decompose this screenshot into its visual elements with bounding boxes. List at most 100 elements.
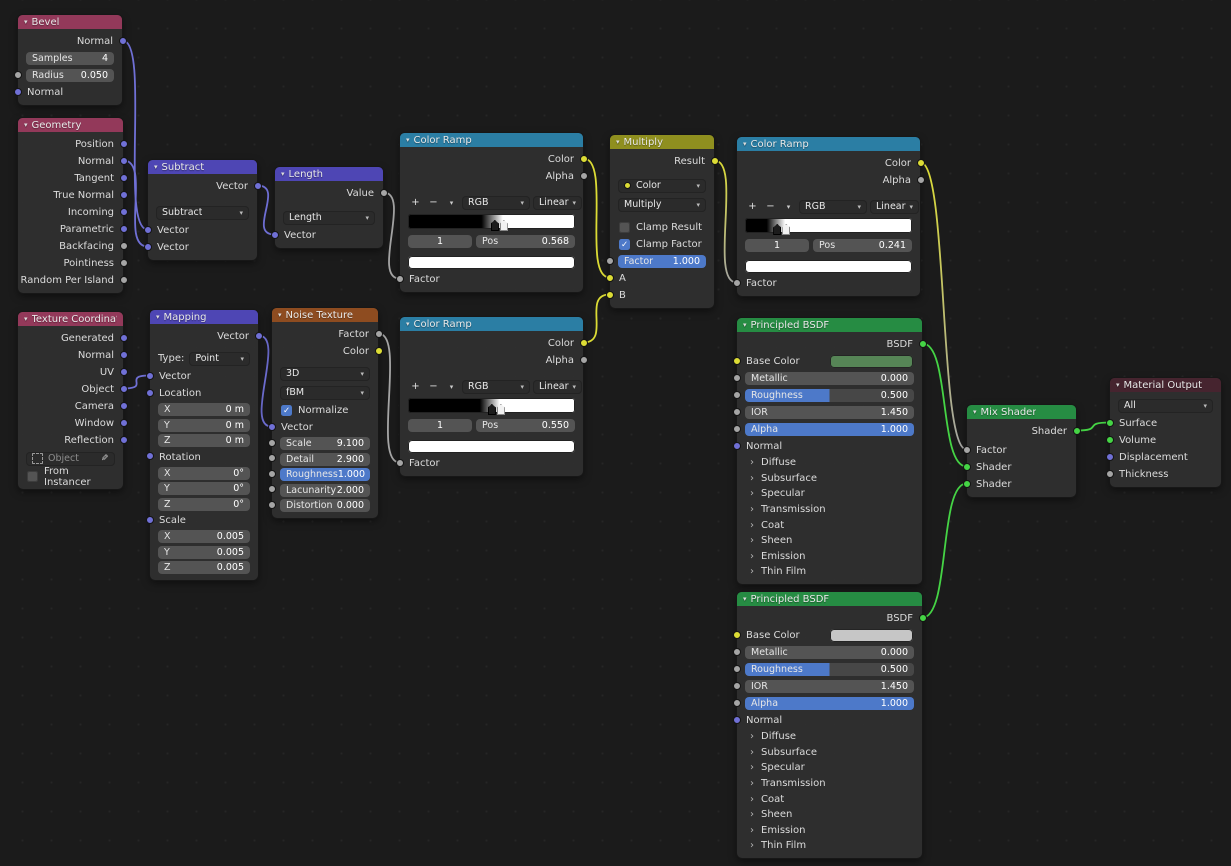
socket-shader_out[interactable] [1073, 427, 1081, 435]
node-header[interactable]: ▾Principled BSDF [737, 318, 922, 332]
socket-value[interactable] [268, 439, 276, 447]
socket-color[interactable] [733, 357, 741, 365]
node-header[interactable]: ▾Length [275, 167, 383, 181]
remove-stop-button[interactable]: − [426, 381, 441, 392]
socket-thickness[interactable] [1106, 470, 1114, 478]
socket-value[interactable] [268, 501, 276, 509]
socket-color[interactable] [917, 159, 925, 167]
node-header[interactable]: ▾Multiply [610, 135, 714, 149]
socket-color[interactable] [580, 155, 588, 163]
socket-value[interactable] [268, 470, 276, 478]
socket-random_per_island[interactable] [120, 276, 128, 284]
collapsed-panel-emission[interactable]: ›Emission [737, 823, 922, 839]
color-swatch[interactable] [830, 355, 914, 368]
socket-uv[interactable] [120, 368, 128, 376]
socket-backfacing[interactable] [120, 242, 128, 250]
socket-alpha[interactable] [580, 356, 588, 364]
socket-position[interactable] [120, 140, 128, 148]
collapsed-panel-subsurface[interactable]: ›Subsurface [737, 745, 922, 761]
dropdown[interactable]: fBM▾ [280, 386, 370, 400]
socket-fac[interactable] [396, 275, 404, 283]
ramp-options-button[interactable]: ▾ [444, 383, 459, 391]
ramp-options-button[interactable]: ▾ [444, 199, 459, 207]
value-field[interactable]: Z0° [158, 498, 250, 511]
socket-generated[interactable] [120, 334, 128, 342]
node-header[interactable]: ▾Material Output [1110, 378, 1221, 392]
stop-position-field[interactable]: Pos0.568 [476, 235, 575, 248]
socket-location[interactable] [146, 389, 154, 397]
value-field[interactable]: Y0.005 [158, 546, 250, 559]
socket-b[interactable] [606, 291, 614, 299]
socket-fac[interactable] [963, 446, 971, 454]
node-colorramp3[interactable]: ▾Color RampColorAlpha+−▾RGB▾Linear▾1Pos0… [400, 317, 583, 476]
socket-rotation[interactable] [146, 452, 154, 460]
socket-value[interactable] [733, 374, 741, 382]
value-slider[interactable]: Alpha1.000 [745, 423, 914, 436]
socket-camera[interactable] [120, 402, 128, 410]
collapsed-panel-specular[interactable]: ›Specular [737, 760, 922, 776]
socket-result[interactable] [711, 157, 719, 165]
value-slider[interactable]: Factor1.000 [618, 255, 706, 268]
socket-value[interactable] [733, 682, 741, 690]
socket-displacement[interactable] [1106, 453, 1114, 461]
socket-value[interactable] [733, 425, 741, 433]
socket-a[interactable] [606, 274, 614, 282]
collapsed-panel-specular[interactable]: ›Specular [737, 486, 922, 502]
socket-scale[interactable] [146, 516, 154, 524]
socket-volume[interactable] [1106, 436, 1114, 444]
socket-normal[interactable] [120, 157, 128, 165]
socket-color[interactable] [580, 339, 588, 347]
node-texcoord[interactable]: ▾Texture CoordinateGeneratedNormalUVObje… [18, 312, 123, 489]
color-swatch[interactable] [408, 440, 575, 453]
node-bevel[interactable]: ▾BevelNormalSamples4Radius0.050Normal [18, 15, 122, 105]
value-field[interactable]: Detail2.900 [280, 453, 370, 466]
remove-stop-button[interactable]: − [426, 197, 441, 208]
node-colorramp1[interactable]: ▾Color RampColorAlpha+−▾RGB▾Linear▾1Pos0… [400, 133, 583, 292]
dropdown[interactable]: Length▾ [283, 211, 375, 225]
value-slider[interactable]: Roughness1.000 [280, 468, 370, 481]
socket-value_out[interactable] [380, 189, 388, 197]
node-header[interactable]: ▾Geometry [18, 118, 123, 132]
socket-vec2[interactable] [144, 243, 152, 251]
node-noise[interactable]: ▾Noise TextureFactorColor3D▾fBM▾✓Normali… [272, 308, 378, 518]
value-field[interactable]: Radius0.050 [26, 69, 114, 82]
dropdown[interactable]: Color▾ [618, 179, 706, 193]
dropdown[interactable]: Linear▾ [533, 380, 582, 394]
dropdown[interactable]: All▾ [1118, 399, 1213, 413]
socket-reflection[interactable] [120, 436, 128, 444]
node-matout[interactable]: ▾Material OutputAll▾SurfaceVolumeDisplac… [1110, 378, 1221, 487]
stop-index-field[interactable]: 1 [745, 239, 809, 252]
dropdown[interactable]: RGB▾ [462, 196, 530, 210]
socket-incoming[interactable] [120, 208, 128, 216]
socket-vec1[interactable] [144, 226, 152, 234]
node-header[interactable]: ▾Color Ramp [400, 317, 583, 331]
node-length[interactable]: ▾LengthValueLength▾Vector [275, 167, 383, 248]
node-pbsdf2[interactable]: ▾Principled BSDFBSDFBase ColorMetallic0.… [737, 592, 922, 858]
value-slider[interactable]: Roughness0.500 [745, 389, 914, 402]
socket-normal[interactable] [733, 716, 741, 724]
socket-surface[interactable] [1106, 419, 1114, 427]
socket-shader2[interactable] [963, 480, 971, 488]
add-stop-button[interactable]: + [408, 381, 423, 392]
node-header[interactable]: ▾Principled BSDF [737, 592, 922, 606]
socket-fac[interactable] [733, 279, 741, 287]
collapsed-panel-diffuse[interactable]: ›Diffuse [737, 455, 922, 471]
collapsed-panel-coat[interactable]: ›Coat [737, 517, 922, 533]
value-field[interactable]: IOR1.450 [745, 680, 914, 693]
socket-object[interactable] [120, 385, 128, 393]
collapsed-panel-transmission[interactable]: ›Transmission [737, 776, 922, 792]
socket-color_out[interactable] [375, 347, 383, 355]
color-swatch[interactable] [830, 629, 914, 642]
dropdown[interactable]: RGB▾ [462, 380, 530, 394]
socket-vec_out[interactable] [254, 182, 262, 190]
node-header[interactable]: ▾Subtract [148, 160, 257, 174]
value-field[interactable]: Z0 m [158, 434, 250, 447]
socket-value[interactable] [268, 485, 276, 493]
value-field[interactable]: Lacunarity2.000 [280, 484, 370, 497]
node-colorramp2[interactable]: ▾Color RampColorAlpha+−▾RGB▾Linear▾1Pos0… [737, 137, 920, 296]
value-field[interactable]: Scale9.100 [280, 437, 370, 450]
color-swatch[interactable] [745, 260, 912, 273]
node-subtract[interactable]: ▾SubtractVectorSubtract▾VectorVector [148, 160, 257, 260]
value-field[interactable]: X0.005 [158, 530, 250, 543]
node-geometry[interactable]: ▾GeometryPositionNormalTangentTrue Norma… [18, 118, 123, 293]
